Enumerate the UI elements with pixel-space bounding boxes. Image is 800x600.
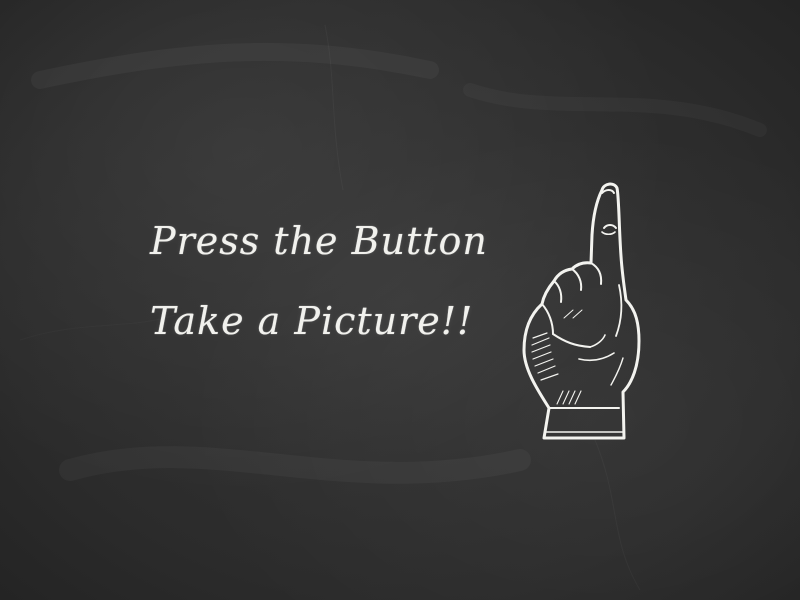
chalkboard-background: Press the Button Take a Picture!! [0, 0, 800, 600]
instruction-text: Press the Button Take a Picture!! [150, 222, 488, 340]
pointing-up-hand-icon [522, 182, 641, 440]
instruction-line-press-button: Press the Button [150, 219, 488, 263]
instruction-line-take-picture: Take a Picture!! [150, 299, 474, 343]
